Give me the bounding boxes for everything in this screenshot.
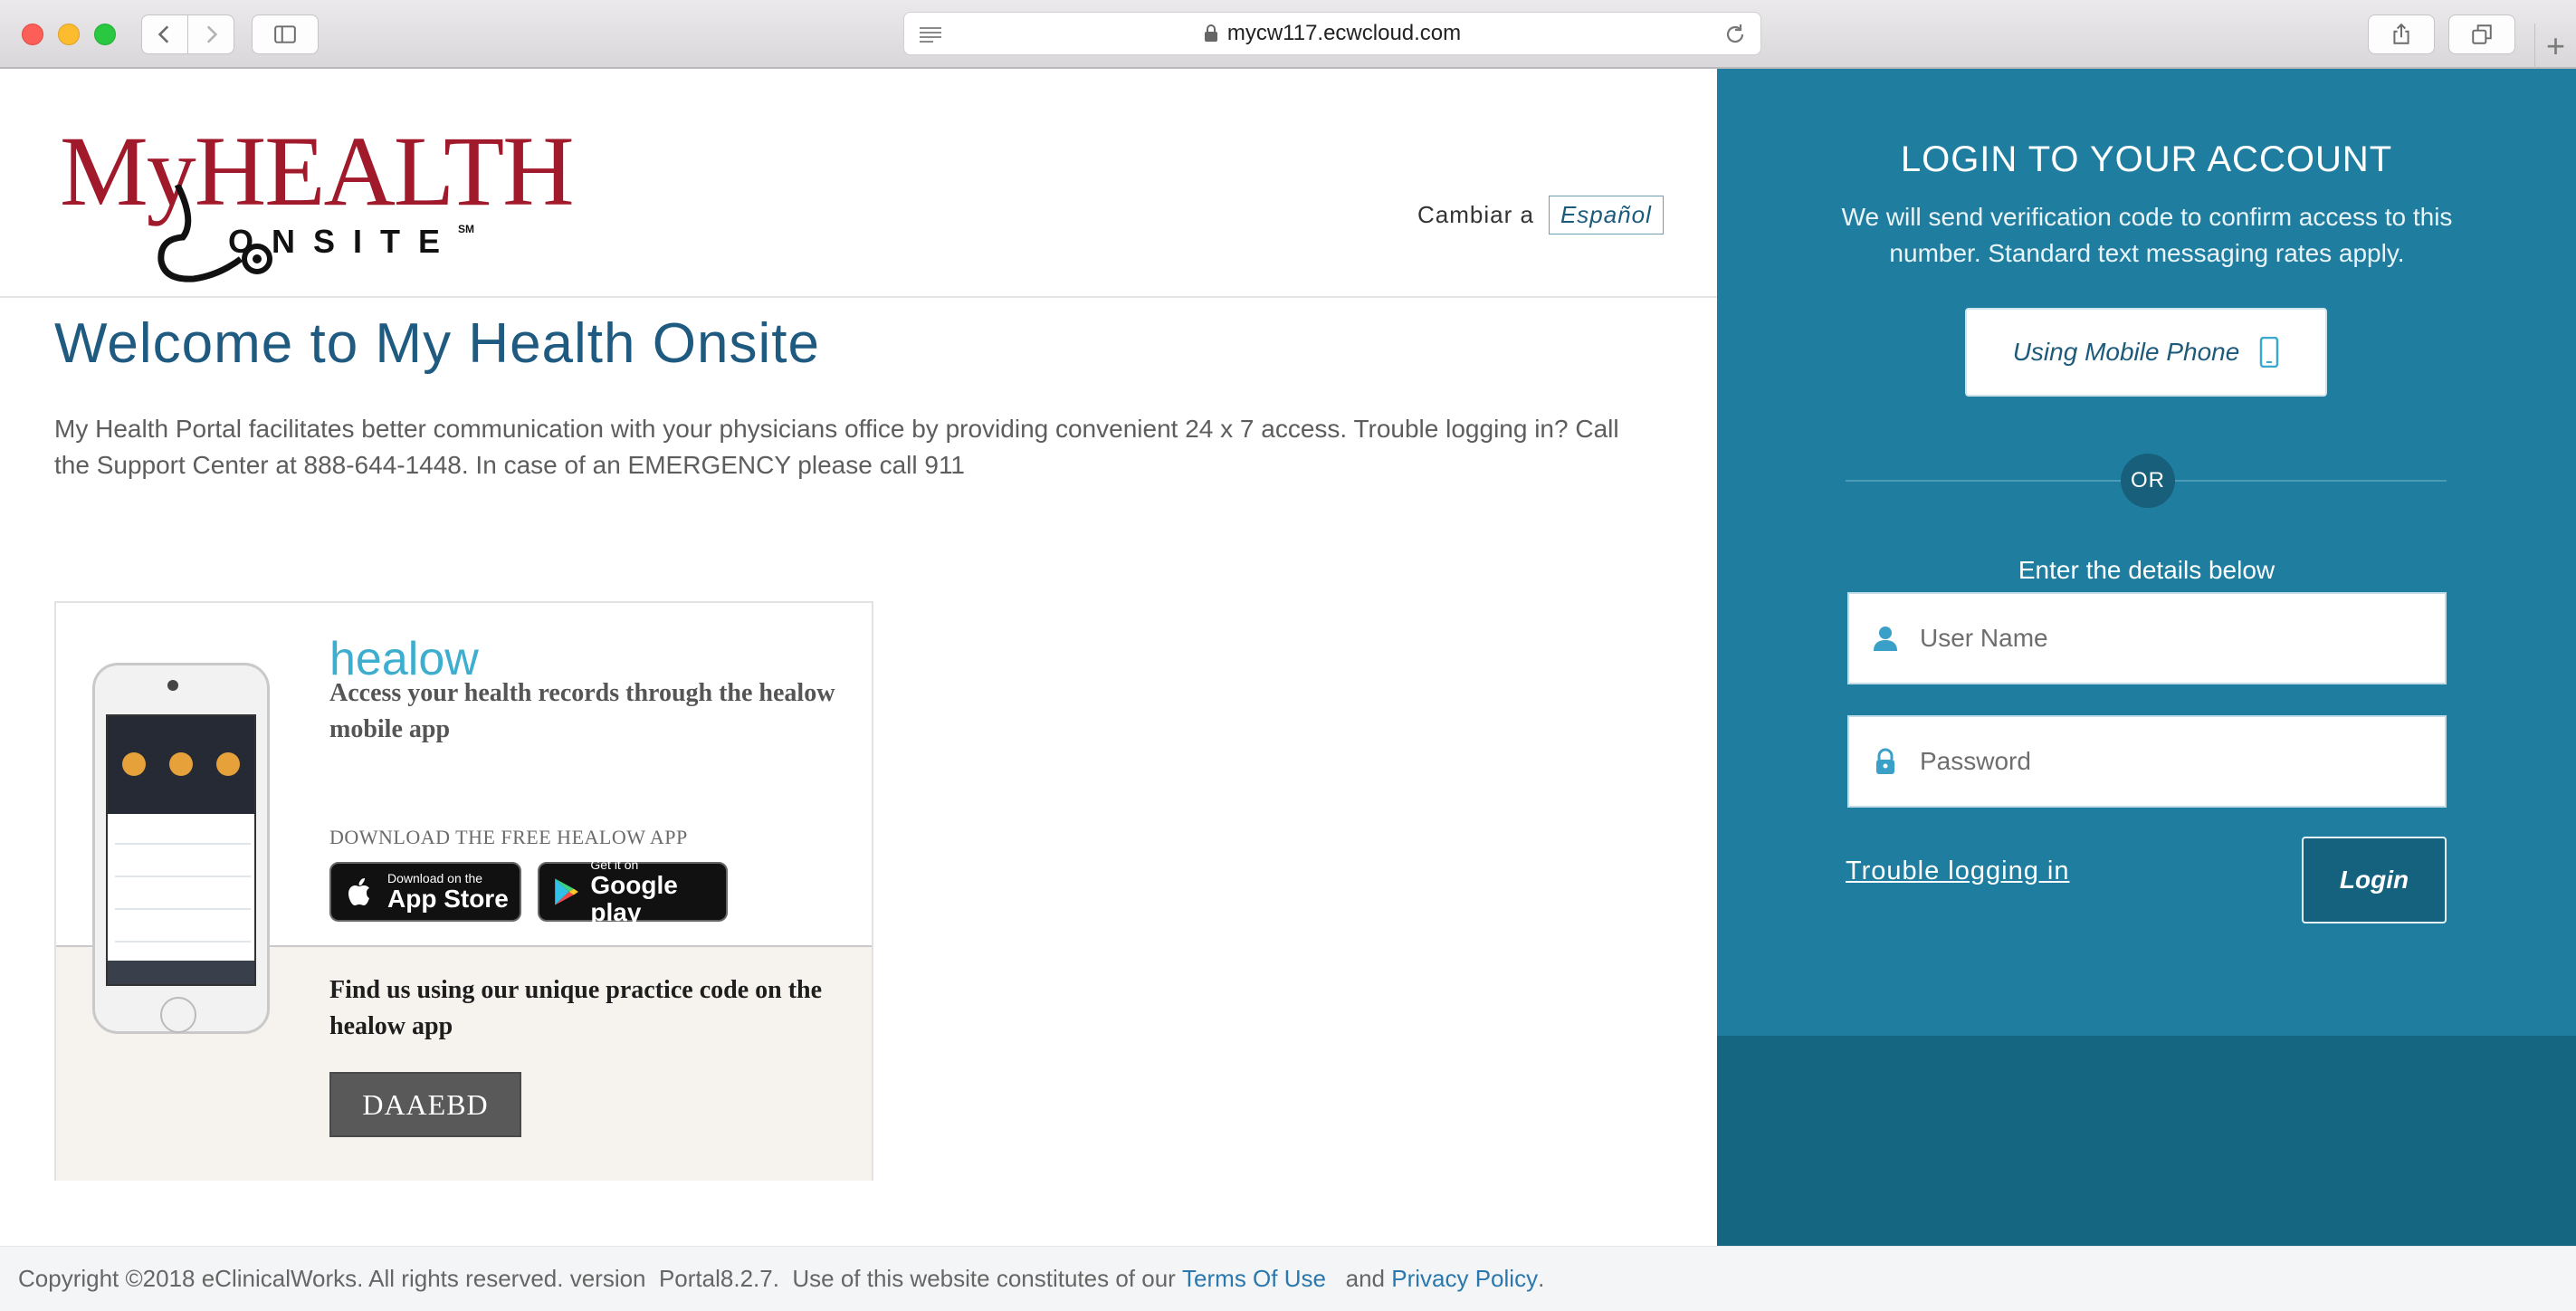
back-button[interactable] [141, 14, 188, 54]
main-content: MyHEALTH ONSITESM Cambiar a Español Welc… [0, 69, 1717, 1246]
vitals-gauge-icon [169, 752, 193, 776]
terms-of-use-link[interactable]: Terms Of Use [1182, 1265, 1326, 1293]
privacy-policy-link[interactable]: Privacy Policy [1391, 1265, 1538, 1293]
phone-illustration [92, 663, 270, 1034]
app-store-text: Download on the App Store [387, 871, 509, 913]
page-footer: Copyright ©2018 eClinicalWorks. All righ… [0, 1246, 2576, 1311]
plus-icon: + [2545, 27, 2566, 64]
share-icon [2393, 23, 2409, 44]
sidebar-icon [274, 25, 296, 43]
phone-list-divider [115, 908, 251, 910]
share-button[interactable] [2368, 14, 2435, 54]
practice-code-badge: DAAEBD [329, 1072, 521, 1137]
using-mobile-phone-button[interactable]: Using Mobile Phone [1965, 308, 2327, 397]
lock-icon [1204, 24, 1217, 42]
chevron-left-icon [157, 25, 169, 43]
minimize-window-button[interactable] [58, 24, 80, 45]
app-store-big: App Store [387, 885, 509, 913]
browser-toolbar: mycw117.ecwcloud.com + [0, 0, 2576, 69]
spanish-language-button[interactable]: Español [1548, 196, 1664, 234]
google-play-small: Get it on [590, 857, 639, 872]
service-mark: SM [458, 223, 475, 235]
login-description: We will send verification code to confir… [1841, 203, 2453, 267]
phone-screen-header [108, 716, 254, 814]
phone-camera [167, 680, 178, 691]
tabs-overview-icon [2472, 24, 2492, 44]
google-play-text: Get it on Google play [590, 857, 715, 926]
brand-logo: MyHEALTH ONSITESM [60, 121, 575, 282]
username-field[interactable] [1847, 592, 2447, 684]
url-display: mycw117.ecwcloud.com [1204, 21, 1461, 46]
footer-period: . [1538, 1265, 1545, 1292]
username-input[interactable] [1920, 624, 2427, 653]
app-store-small: Download on the [387, 871, 483, 885]
url-text: mycw117.ecwcloud.com [1226, 21, 1462, 45]
reader-view-icon[interactable] [917, 24, 944, 45]
phone-screen [106, 714, 256, 986]
chevron-right-icon [206, 25, 218, 43]
address-bar[interactable]: mycw117.ecwcloud.com [903, 12, 1761, 55]
login-panel-footer [1717, 1036, 2576, 1246]
vitals-gauge-icon [122, 752, 146, 776]
language-switcher: Cambiar a Español [1417, 196, 1664, 234]
header-divider [0, 296, 1717, 298]
or-badge: OR [2121, 454, 2175, 508]
google-play-button[interactable]: Get it on Google play [538, 857, 728, 926]
mobile-button-label: Using Mobile Phone [2012, 338, 2240, 366]
app-store-button[interactable]: Download on the App Store [329, 862, 521, 922]
enter-details-label: Enter the details below [2018, 556, 2275, 584]
mobile-phone-icon [2260, 337, 2279, 368]
phone-list-divider [115, 941, 251, 943]
login-title: LOGIN TO YOUR ACCOUNT [1900, 139, 2393, 179]
download-label: DOWNLOAD THE FREE HEALOW APP [329, 826, 688, 848]
new-tab-button[interactable]: + [2534, 24, 2576, 69]
forward-button[interactable] [187, 14, 234, 54]
logo-top-text: MyHEALTH [60, 116, 575, 226]
page-title: Welcome to My Health Onsite [54, 312, 820, 375]
practice-code-text: Find us using our unique practice code o… [329, 976, 823, 1040]
phone-tab-bar [108, 961, 254, 984]
copyright-text: Copyright ©2018 eClinicalWorks. All righ… [18, 1265, 1183, 1292]
zoom-window-button[interactable] [94, 24, 116, 45]
vitals-gauge-icon [216, 752, 240, 776]
password-field[interactable] [1847, 715, 2447, 808]
sidebar-toggle-button[interactable] [252, 14, 319, 54]
login-button[interactable]: Login [2302, 837, 2447, 923]
reload-icon[interactable] [1722, 22, 1748, 47]
trouble-logging-in-link[interactable]: Trouble logging in [1846, 856, 2069, 886]
google-play-big: Google play [590, 871, 678, 926]
footer-and: and [1325, 1265, 1392, 1292]
healow-title: Access your health records through the h… [329, 679, 835, 743]
user-icon [1874, 627, 1897, 651]
phone-list-divider [115, 843, 251, 845]
intro-text: My Health Portal facilitates better comm… [54, 415, 1619, 479]
logo-bottom-text: ONSITESM [228, 223, 474, 261]
google-play-icon [555, 878, 578, 905]
show-tabs-button[interactable] [2448, 14, 2515, 54]
healow-promo-card: healow Access your health records throug… [54, 601, 873, 1181]
logo-onsite: ONSITE [228, 223, 459, 260]
login-panel: LOGIN TO YOUR ACCOUNT We will send verif… [1717, 69, 2576, 1246]
phone-list-divider [115, 876, 251, 877]
close-window-button[interactable] [22, 24, 43, 45]
password-input[interactable] [1920, 747, 2427, 776]
lock-icon [1876, 748, 1894, 774]
phone-home-button [160, 997, 196, 1033]
language-label: Cambiar a [1417, 201, 1534, 228]
apple-icon [348, 878, 369, 905]
